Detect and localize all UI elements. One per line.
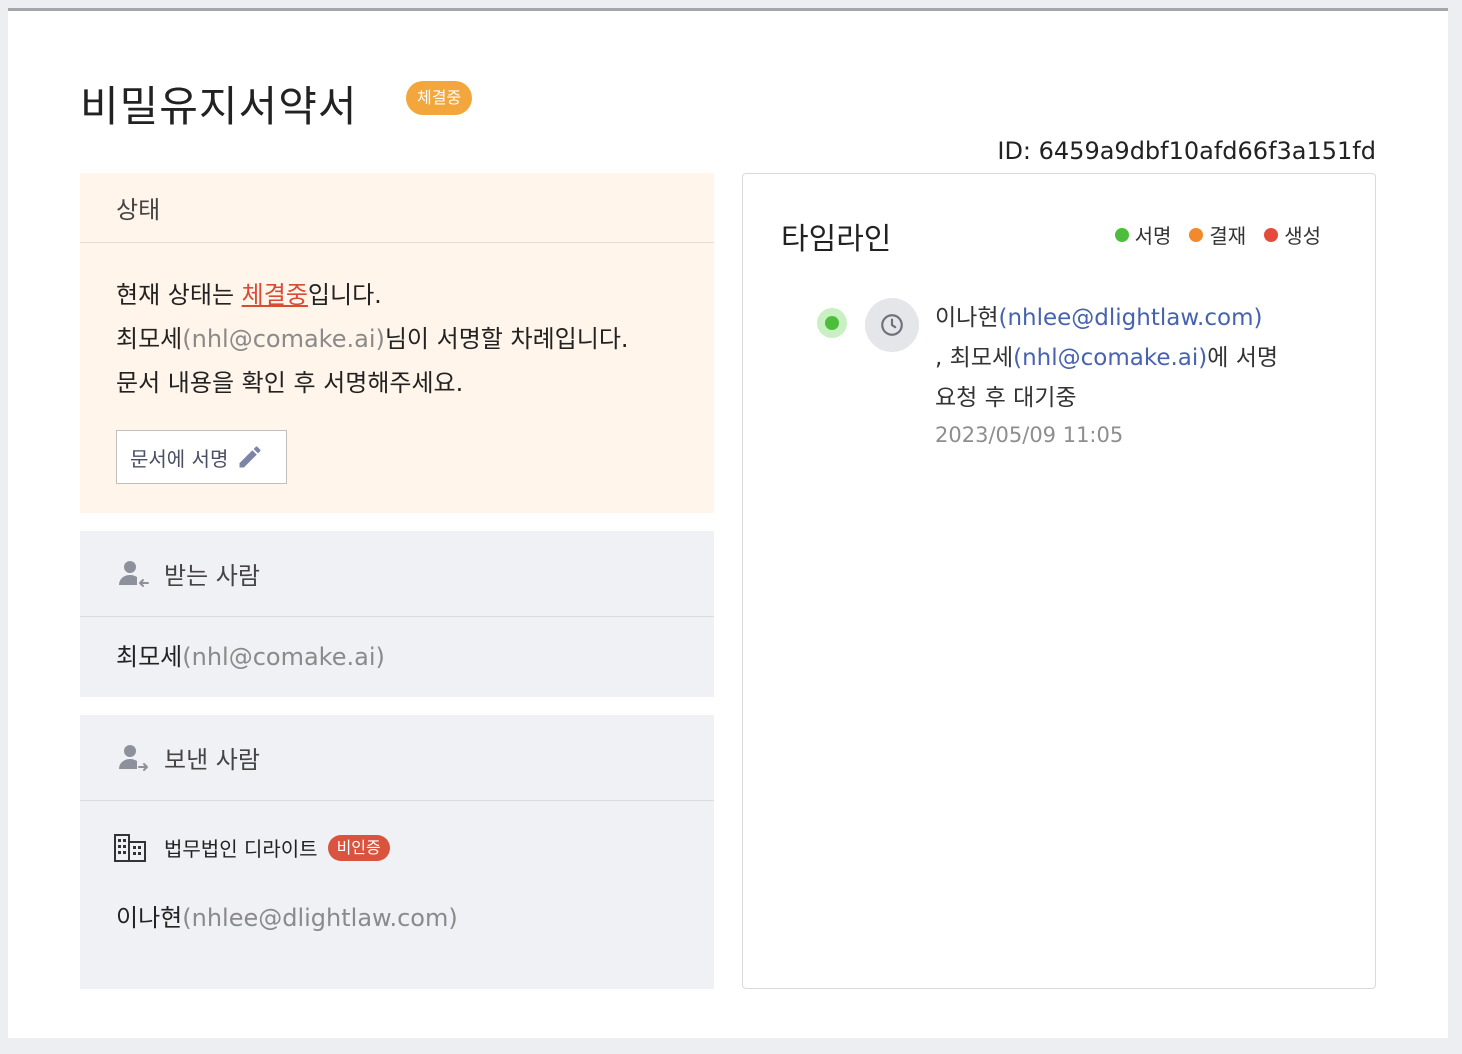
signer-name: 최모세 [116,325,183,353]
recipient-card: 받는 사람 최모세(nhl@comake.ai) [80,531,714,697]
status-card-header: 상태 [80,173,714,243]
sender-person: 이나현(nhlee@dlightlaw.com) [80,862,714,933]
timeline-entry-line-1: 이나현(nhlee@dlightlaw.com) [935,298,1315,338]
timeline-target-email: (nhl@comake.ai) [1013,345,1208,371]
legend-create-label: 생성 [1284,224,1321,248]
timeline-separator: , [935,345,950,371]
pencil-icon [239,446,261,468]
status-card: 상태 현재 상태는 체결중입니다. 최모세(nhl@comake.ai)님이 서… [80,173,714,513]
sender-card-title: 보낸 사람 [164,746,260,774]
timeline-title: 타임라인 [781,222,892,257]
person-receive-icon [119,560,149,587]
sender-card: 보낸 사람 법무법인 디라이트 비인증 이나현(nhlee@dlightlaw.… [80,715,714,989]
timeline-entry-line-2: , 최모세(nhl@comake.ai)에 서명 [935,338,1315,378]
status-line-2: 최모세(nhl@comake.ai)님이 서명할 차례입니다. [116,317,678,361]
sender-name: 이나현 [116,904,183,932]
status-line-1-prefix: 현재 상태는 [116,281,242,309]
signer-email: (nhl@comake.ai) [182,325,385,353]
timeline-action-suffix: 에 서명 [1207,345,1279,371]
legend-sign-label: 서명 [1134,224,1172,248]
timeline-target-name: 최모세 [949,345,1014,371]
building-icon [114,833,146,862]
status-line-1: 현재 상태는 체결중입니다. [116,273,678,317]
document-detail-page: 비밀유지서약서 체결중 ID: 6459a9dbf10afd66f3a151fd… [8,8,1448,1038]
recipient-card-title: 받는 사람 [164,562,260,590]
sign-document-button-label: 문서에 서명 [130,446,229,471]
timeline-actor-name: 이나현 [935,305,999,331]
timeline-panel: 타임라인 서명 결재 생성 이나현(nhlee@dlightlaw.com) ,… [742,173,1376,989]
legend-create: 생성 [1264,220,1321,249]
recipient-card-header: 받는 사람 [80,531,714,617]
status-highlight: 체결중 [241,281,308,309]
recipient-name: 최모세 [116,643,183,671]
sender-email: (nhlee@dlightlaw.com) [182,904,458,932]
timeline-entry-text: 이나현(nhlee@dlightlaw.com) , 최모세(nhl@comak… [935,298,1315,452]
sender-card-header: 보낸 사람 [80,715,714,801]
recipient-email: (nhl@comake.ai) [182,643,385,671]
legend-sign: 서명 [1114,220,1172,249]
sender-organization: 법무법인 디라이트 비인증 [80,801,714,862]
legend-approval: 결재 [1189,220,1246,249]
recipient-person: 최모세(nhl@comake.ai) [80,617,714,672]
legend-dot-red [1264,227,1279,242]
sign-document-button[interactable]: 문서에 서명 [116,430,287,484]
page-title: 비밀유지서약서 [80,82,358,131]
timeline-status-dot [817,308,847,338]
status-badge: 체결중 [406,81,473,115]
person-send-icon [119,744,148,771]
status-line-1-suffix: 입니다. [307,281,382,309]
clock-icon [865,298,919,352]
legend-dot-green [1114,227,1129,242]
timeline-legend: 서명 결재 생성 [1097,220,1321,249]
status-line-2-suffix: 님이 서명할 차례입니다. [384,325,629,353]
unverified-badge: 비인증 [327,834,390,861]
organization-name: 법무법인 디라이트 [164,837,318,861]
timeline-timestamp: 2023/05/09 11:05 [935,423,1124,447]
timeline-entry-line-3: 요청 후 대기중 [935,385,1077,411]
status-message: 현재 상태는 체결중입니다. 최모세(nhl@comake.ai)님이 서명할 … [80,243,714,405]
document-id: ID: 6459a9dbf10afd66f3a151fd [997,137,1376,165]
timeline-actor-email: (nhlee@dlightlaw.com) [998,305,1263,331]
legend-dot-orange [1189,227,1204,242]
legend-approval-label: 결재 [1209,224,1247,248]
status-line-3: 문서 내용을 확인 후 서명해주세요. [116,369,464,397]
